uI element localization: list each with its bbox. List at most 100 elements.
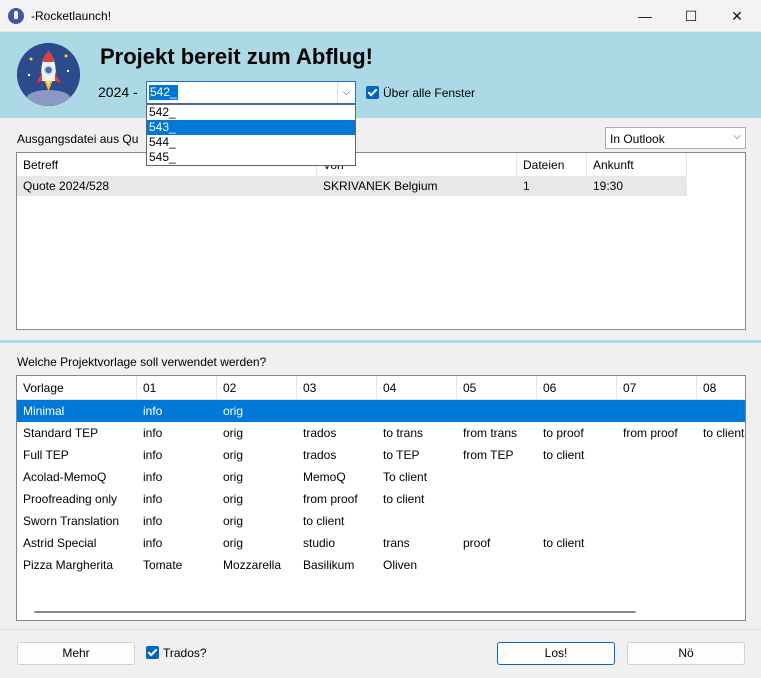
template-question-label: Welche Projektvorlage soll verwendet wer… — [17, 355, 267, 369]
template-folder-cell: from trans — [463, 426, 518, 440]
template-folder-cell: Tomate — [143, 558, 183, 572]
more-button[interactable]: Mehr — [17, 642, 135, 665]
table-row[interactable]: Astrid Special info orig studio trans proof to… — [17, 532, 745, 554]
checkbox-checked-icon[interactable] — [146, 646, 159, 660]
source-location-select[interactable]: In Outlook ⌵ — [605, 127, 746, 149]
column-header-03[interactable]: 03 — [297, 376, 377, 400]
table-row[interactable]: Minimal info orig — [17, 400, 745, 422]
template-folder-cell: to client — [703, 426, 745, 440]
rocket-logo-icon — [17, 43, 80, 106]
table-row[interactable]: Full TEP info orig trados to TEP from TEP to c… — [17, 444, 745, 466]
template-folder-cell — [697, 532, 703, 554]
project-number-value[interactable]: 542_ — [149, 85, 178, 100]
template-folder-cell — [457, 488, 463, 510]
template-folder-cell — [697, 400, 703, 422]
table-row[interactable]: Sworn Translation info orig to client — [17, 510, 745, 532]
column-header-07[interactable]: 07 — [617, 376, 697, 400]
template-folder-cell: To client — [383, 470, 428, 484]
template-folder-cell: info — [143, 448, 163, 462]
template-folder-cell: trans — [383, 536, 410, 550]
template-name-cell: Full TEP — [23, 448, 69, 462]
template-folder-cell: to client — [383, 492, 425, 506]
checkbox-checked-icon[interactable] — [366, 86, 379, 100]
template-folder-cell: studio — [303, 536, 336, 550]
go-button[interactable]: Los! — [497, 642, 615, 665]
topmost-label: Über alle Fenster — [383, 86, 476, 100]
column-header-arrival[interactable]: Ankunft — [587, 153, 687, 177]
trados-checkbox[interactable]: Trados? — [146, 646, 207, 660]
project-number-dropdown[interactable]: 542_ 543_ 544_ 545_ — [146, 104, 356, 166]
template-folder-cell: orig — [223, 448, 244, 462]
column-header-01[interactable]: 01 — [137, 376, 217, 400]
template-folder-cell: info — [143, 536, 163, 550]
mail-arrival: 19:30 — [593, 179, 624, 193]
minimize-button[interactable]: — — [622, 0, 668, 32]
template-folder-cell — [537, 554, 543, 576]
template-folder-cell: info — [143, 514, 163, 528]
template-folder-cell — [537, 400, 543, 422]
template-folder-cell — [457, 554, 463, 576]
section-divider — [0, 340, 761, 343]
template-grid-scrollbar[interactable] — [16, 604, 746, 620]
maximize-button[interactable]: ☐ — [668, 0, 714, 32]
trados-label: Trados? — [163, 646, 207, 660]
template-name-cell: Astrid Special — [23, 536, 97, 550]
template-folder-cell — [697, 466, 703, 488]
template-folder-cell: Mozzarella — [223, 558, 282, 572]
template-grid[interactable]: Vorlage 01 02 03 04 05 06 07 08 Minimal i… — [16, 375, 746, 621]
template-name-cell: Acolad-MemoQ — [23, 470, 107, 484]
no-button[interactable]: Nö — [627, 642, 745, 665]
template-name-cell: Sworn Translation — [23, 514, 120, 528]
scrollbar-thumb[interactable] — [34, 611, 636, 613]
template-folder-cell — [697, 488, 703, 510]
chevron-down-icon[interactable]: ⌵ — [733, 131, 741, 142]
dropdown-option[interactable]: 542_ — [147, 105, 355, 120]
column-header-04[interactable]: 04 — [377, 376, 457, 400]
dropdown-option[interactable]: 544_ — [147, 135, 355, 150]
template-folder-cell: orig — [223, 536, 244, 550]
mail-subject: Quote 2024/528 — [23, 179, 110, 193]
template-folder-cell — [457, 466, 463, 488]
dropdown-option[interactable]: 545_ — [147, 150, 355, 165]
source-mail-list[interactable]: Betreff Von Dateien Ankunft Quote 2024/5… — [16, 152, 746, 330]
template-folder-cell: to proof — [543, 426, 584, 440]
template-folder-cell: Oliven — [383, 558, 418, 572]
column-header-08[interactable]: 08 — [697, 376, 745, 400]
window-title: -Rocketlaunch! — [31, 9, 112, 23]
table-row[interactable]: Acolad-MemoQ info orig MemoQ To client — [17, 466, 745, 488]
footer-separator — [0, 629, 761, 630]
template-folder-cell: from proof — [623, 426, 678, 440]
table-row[interactable]: Standard TEP info orig trados to trans from t… — [17, 422, 745, 444]
table-row[interactable]: Pizza Margherita Tomate Mozzarella Basiliku… — [17, 554, 745, 576]
template-name-cell: Standard TEP — [23, 426, 99, 440]
template-folder-cell — [617, 466, 623, 488]
source-file-label: Ausgangsdatei aus Qu — [17, 132, 139, 146]
template-name-cell: Pizza Margherita — [23, 558, 114, 572]
template-folder-cell — [697, 444, 703, 466]
project-number-combo[interactable]: 542_ ⌵ — [146, 81, 356, 104]
template-folder-cell — [377, 400, 383, 422]
template-folder-cell: orig — [223, 470, 244, 484]
table-row[interactable]: Proofreading only info orig from proof to cl… — [17, 488, 745, 510]
year-label: 2024 - — [98, 84, 138, 100]
column-header-template[interactable]: Vorlage — [17, 376, 137, 400]
close-button[interactable]: ✕ — [714, 0, 760, 32]
template-folder-cell: MemoQ — [303, 470, 346, 484]
dropdown-option-selected[interactable]: 543_ — [147, 120, 355, 135]
column-header-06[interactable]: 06 — [537, 376, 617, 400]
template-folder-cell: info — [143, 404, 163, 418]
template-folder-cell — [617, 554, 623, 576]
title-bar: -Rocketlaunch! — ☐ ✕ — [0, 0, 761, 32]
template-folder-cell — [537, 466, 543, 488]
template-folder-cell — [457, 510, 463, 532]
mail-files: 1 — [523, 179, 530, 193]
chevron-down-icon[interactable]: ⌵ — [337, 82, 355, 103]
table-row[interactable]: Quote 2024/528 SKRIVANEK Belgium 1 19:30 — [17, 177, 687, 196]
template-folder-cell: from TEP — [463, 448, 514, 462]
template-folder-cell — [617, 510, 623, 532]
topmost-checkbox[interactable]: Über alle Fenster — [366, 86, 475, 100]
template-folder-cell — [617, 532, 623, 554]
column-header-02[interactable]: 02 — [217, 376, 297, 400]
column-header-05[interactable]: 05 — [457, 376, 537, 400]
column-header-files[interactable]: Dateien — [517, 153, 587, 177]
